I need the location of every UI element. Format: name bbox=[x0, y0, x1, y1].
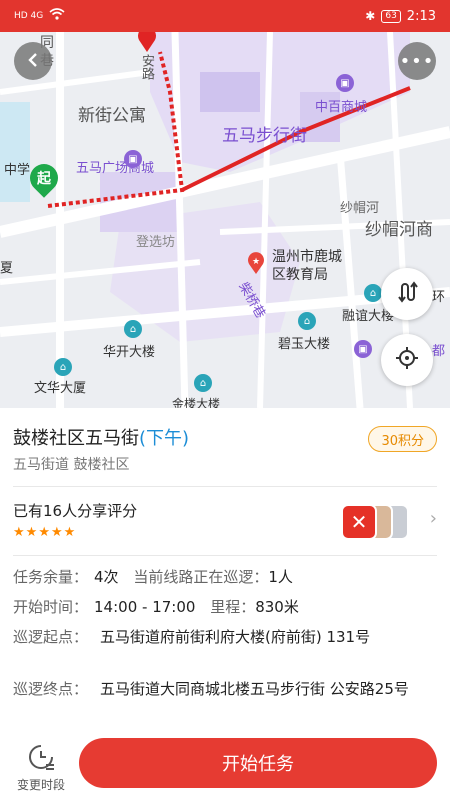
poi-icon[interactable]: ⌂ bbox=[364, 284, 382, 302]
map-view[interactable]: 同 巷 安路 新街公寓 中百商城 五马步行街 中学 五马广场商城 纱帽河 纱帽河… bbox=[0, 32, 450, 408]
patrol-end-value: 五马街道大同商城北楼五马步行街 公安路25号 bbox=[100, 680, 409, 698]
route-start-marker[interactable]: 起 bbox=[24, 158, 64, 198]
clock: 2:13 bbox=[406, 8, 436, 24]
rater-avatars: ✕ bbox=[331, 504, 409, 540]
map-label: 都 bbox=[432, 344, 446, 359]
task-detail-sheet: 鼓楼社区五马街(下午) 30积分 五马街道 鼓楼社区 已有16人分享评分 ★ ★… bbox=[0, 408, 450, 800]
poi-icon[interactable]: ▣ bbox=[354, 340, 372, 358]
map-label: 安路 bbox=[139, 54, 154, 80]
map-label: 纱帽河商 bbox=[365, 220, 433, 240]
bottom-action-bar: 变更时段 开始任务 bbox=[0, 734, 450, 800]
patrol-start-value: 五马街道府前街利府大楼(府前街) 131号 bbox=[100, 628, 371, 646]
route-button[interactable] bbox=[381, 268, 433, 320]
bluetooth-icon: ✱ bbox=[365, 9, 376, 23]
map-label: 新街公寓 bbox=[78, 106, 146, 126]
map-label: 融谊大楼 bbox=[342, 309, 395, 324]
svg-text:★: ★ bbox=[252, 257, 260, 267]
map-label: 登选坊 bbox=[136, 235, 176, 250]
battery-indicator: 63 bbox=[381, 9, 401, 23]
map-label: 碧玉大楼 bbox=[278, 337, 331, 352]
status-bar: HD 4G ✱ 63 2:13 bbox=[0, 0, 450, 32]
map-label: 中百商城 bbox=[315, 100, 368, 115]
change-time-button[interactable]: 变更时段 bbox=[8, 742, 74, 793]
map-label: 五马广场商城 bbox=[76, 161, 155, 176]
patrol-end-row: 巡逻终点： 五马街道大同商城北楼五马步行街 公安路25号 bbox=[13, 680, 409, 698]
start-task-button[interactable]: 开始任务 bbox=[79, 738, 437, 788]
star-icon: ★ bbox=[25, 525, 38, 540]
task-title-row: 鼓楼社区五马街(下午) 30积分 bbox=[13, 424, 437, 454]
more-button[interactable]: ••• bbox=[398, 42, 436, 80]
map-label: 中学 bbox=[4, 163, 31, 178]
back-arrow-icon bbox=[25, 49, 41, 73]
star-icon: ★ bbox=[13, 525, 25, 540]
poi-icon[interactable]: ▣ bbox=[124, 150, 142, 168]
more-icon: ••• bbox=[399, 50, 435, 72]
star-icon: ★ bbox=[38, 525, 50, 540]
poi-icon[interactable]: ⌂ bbox=[298, 312, 316, 330]
patrol-start-row: 巡逻起点： 五马街道府前街利府大楼(府前街) 131号 bbox=[13, 628, 371, 646]
divider bbox=[13, 555, 437, 556]
poi-icon[interactable]: ⌂ bbox=[54, 358, 72, 376]
poi-icon[interactable]: ⌂ bbox=[124, 320, 142, 338]
clock-icon bbox=[26, 742, 56, 772]
network-indicator: HD 4G bbox=[14, 11, 44, 21]
waypoint-marker[interactable] bbox=[136, 32, 158, 52]
map-label: 夏 bbox=[0, 261, 14, 276]
map-label: 区教育局 bbox=[272, 267, 328, 283]
avatar: ✕ bbox=[341, 504, 377, 540]
back-button[interactable] bbox=[14, 42, 52, 80]
rating-row[interactable]: 已有16人分享评分 ★ ★ ★ ★ ★ ✕ › bbox=[13, 494, 437, 554]
chevron-right-icon: › bbox=[429, 508, 437, 529]
map-label: 五马步行街 bbox=[222, 126, 307, 146]
poi-icon[interactable]: ▣ bbox=[336, 74, 354, 92]
map-label: 华开大楼 bbox=[103, 345, 156, 360]
route-icon bbox=[395, 280, 419, 308]
rating-stars: ★ ★ ★ ★ ★ bbox=[13, 526, 75, 539]
map-label: 环 bbox=[432, 290, 446, 305]
task-remaining-row: 任务余量： 4次 当前线路正在巡逻：1人 bbox=[13, 568, 293, 586]
map-label: 纱帽河 bbox=[340, 201, 380, 216]
map-label: 文华大厦 bbox=[34, 381, 87, 396]
poi-icon[interactable]: ⌂ bbox=[194, 374, 212, 392]
wifi-icon bbox=[49, 8, 65, 24]
locate-icon bbox=[395, 346, 419, 374]
start-time-row: 开始时间： 14:00 - 17:00 里程：830米 bbox=[13, 598, 299, 616]
map-label: 金楼大楼 bbox=[172, 397, 221, 408]
star-icon: ★ bbox=[50, 525, 63, 540]
points-badge: 30积分 bbox=[368, 426, 437, 452]
divider bbox=[13, 486, 437, 487]
task-subtitle: 五马街道 鼓楼社区 bbox=[13, 457, 130, 473]
time-tag: (下午) bbox=[139, 428, 190, 449]
map-label: 温州市鹿城 bbox=[272, 249, 342, 265]
locate-button[interactable] bbox=[381, 334, 433, 386]
government-poi-icon[interactable]: ★ bbox=[246, 252, 266, 274]
star-icon: ★ bbox=[63, 525, 76, 540]
rating-text: 已有16人分享评分 bbox=[13, 502, 138, 520]
